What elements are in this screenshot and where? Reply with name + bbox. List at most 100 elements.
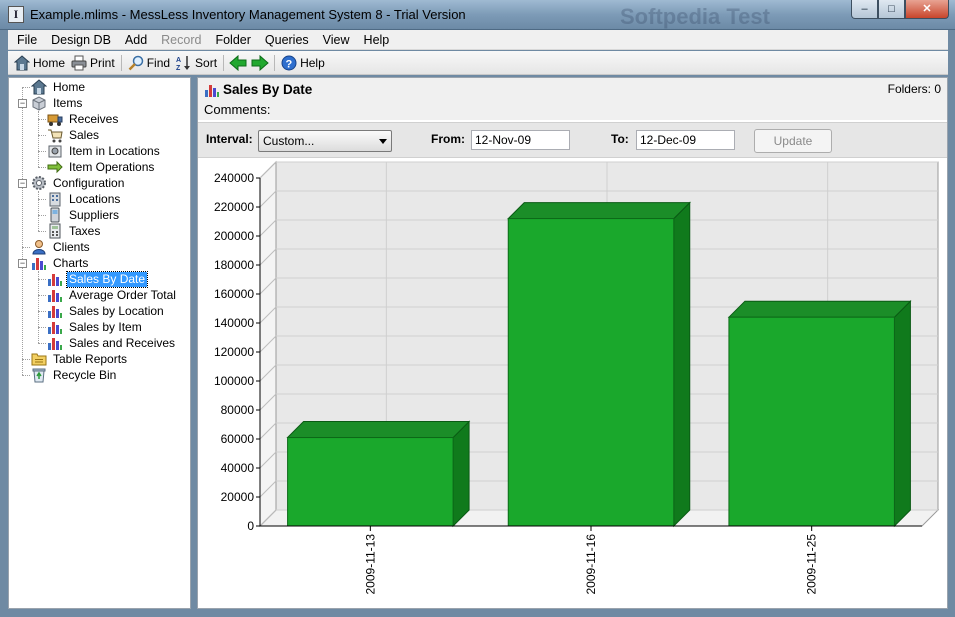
tree-connector [38, 215, 46, 216]
menu-add[interactable]: Add [118, 30, 154, 50]
toolbar-home-button[interactable]: Home [11, 52, 68, 74]
toolbar-sort-button[interactable]: AZ Sort [173, 52, 220, 74]
tree-connector [38, 343, 46, 344]
interval-select[interactable]: Custom... [258, 130, 392, 152]
bar-top [727, 300, 912, 318]
toolbar-print-button[interactable]: Print [68, 52, 118, 74]
charts-collapse-toggle[interactable]: − [18, 259, 27, 268]
tree-connector [22, 359, 30, 360]
tree-item-label: Sales [69, 127, 100, 142]
from-date-input[interactable] [471, 130, 570, 150]
menu-view[interactable]: View [316, 30, 357, 50]
toolbar-help-button[interactable]: ? Help [278, 52, 328, 74]
tree-item-receives[interactable]: Receives [47, 111, 120, 127]
tree-item-sales-by-item[interactable]: Sales by Item [47, 319, 144, 335]
chart-icon [205, 85, 219, 97]
tree-connector [38, 271, 39, 343]
tree-item-sales-by-location[interactable]: Sales by Location [47, 303, 166, 319]
close-button[interactable]: ✕ [905, 0, 949, 19]
tree-connector [38, 279, 46, 280]
tree-item-clients[interactable]: Clients [31, 239, 92, 255]
bar [728, 316, 895, 527]
menu-file[interactable]: File [10, 30, 44, 50]
tree-item-label: Item in Locations [69, 143, 160, 158]
bar-side [452, 420, 470, 528]
building-icon [47, 191, 63, 207]
menu-bar: File Design DB Add Record Folder Queries… [8, 30, 948, 50]
y-tick-label: 160000 [214, 287, 254, 301]
tree-item-suppliers[interactable]: Suppliers [47, 207, 121, 223]
tree-item-label: Item Operations [69, 159, 155, 174]
tree-item-charts[interactable]: Charts [31, 255, 90, 271]
chart-icon [31, 255, 47, 271]
menu-design-db[interactable]: Design DB [44, 30, 118, 50]
tree-item-label: Table Reports [53, 351, 128, 366]
tree-item-sales-and-receives[interactable]: Sales and Receives [47, 335, 177, 351]
tree-connector [38, 311, 46, 312]
y-tick-label: 140000 [214, 316, 254, 330]
tree-item-configuration[interactable]: Configuration [31, 175, 126, 191]
back-arrow-icon[interactable] [229, 54, 247, 71]
interval-filter-bar: Interval: Custom... From: To: Update [198, 122, 947, 158]
maximize-button[interactable]: □ [878, 0, 905, 19]
sort-az-icon: AZ [176, 55, 192, 72]
app-icon[interactable]: I [8, 6, 24, 23]
tree-item-locations[interactable]: Locations [47, 191, 122, 207]
chart-icon [47, 303, 63, 319]
x-tick-label: 2009-11-16 [584, 534, 598, 595]
content-panel: Sales By Date Folders: 0 Comments: Inter… [197, 77, 948, 609]
bar [507, 218, 675, 527]
tree-item-recycle-bin[interactable]: Recycle Bin [31, 367, 118, 383]
tree-item-label: Sales and Receives [69, 335, 176, 350]
tree-item-label: Items [53, 95, 83, 110]
tree-item-item-in-locations[interactable]: Item in Locations [47, 143, 162, 159]
toolbar-home-label: Home [33, 55, 66, 70]
tree-item-items[interactable]: Items [31, 95, 84, 111]
update-button[interactable]: Update [754, 129, 832, 153]
chart-icon [47, 335, 63, 351]
forward-arrow-icon[interactable] [251, 54, 269, 71]
tree-item-average-order-total[interactable]: Average Order Total [47, 287, 178, 303]
tree-item-table-reports[interactable]: Table Reports [31, 351, 129, 367]
tree-item-sales-by-date[interactable]: Sales By Date [47, 270, 149, 288]
y-tick-label: 240000 [214, 171, 254, 185]
menu-folder[interactable]: Folder [208, 30, 257, 50]
toolbar-find-button[interactable]: Find [125, 52, 173, 74]
tree-item-label: Receives [69, 111, 119, 126]
tree-item-home[interactable]: Home [30, 79, 87, 95]
tree-item-label: Sales by Item [69, 319, 142, 334]
chart-icon [47, 287, 63, 303]
tree-item-taxes[interactable]: Taxes [47, 223, 102, 239]
y-tick-label: 200000 [214, 229, 254, 243]
items-collapse-toggle[interactable]: − [18, 99, 27, 108]
home-icon [13, 54, 31, 71]
minimize-button[interactable]: – [851, 0, 878, 19]
tree-item-label: Average Order Total [69, 287, 176, 302]
menu-help[interactable]: Help [357, 30, 397, 50]
y-tick-label: 0 [247, 519, 254, 533]
menu-queries[interactable]: Queries [258, 30, 316, 50]
tree-item-label: Taxes [69, 223, 101, 238]
phone-icon [47, 207, 63, 223]
magnifier-icon [128, 55, 144, 71]
toolbar: Home Print Find AZ Sort ? Help [8, 51, 948, 75]
bar-top [507, 202, 691, 220]
tree-item-sales[interactable]: Sales [47, 127, 101, 143]
toolbar-help-label: Help [300, 55, 325, 70]
menu-record[interactable]: Record [154, 30, 208, 50]
tree-connector [38, 151, 46, 152]
navigation-tree: − − − Home Items Receives Sales Item in … [8, 77, 191, 609]
svg-text:Z: Z [176, 65, 181, 71]
tree-connector [22, 247, 30, 248]
comments-label[interactable]: Comments: [204, 102, 270, 117]
configuration-collapse-toggle[interactable]: − [18, 179, 27, 188]
folders-count: Folders: 0 [887, 82, 941, 96]
tree-connector [38, 119, 46, 120]
to-date-input[interactable] [636, 130, 735, 150]
to-label: To: [611, 132, 629, 146]
tree-item-item-operations[interactable]: Item Operations [47, 159, 156, 175]
tree-item-label: Sales by Location [69, 303, 164, 318]
tree-connector [38, 167, 46, 168]
y-tick-label: 100000 [214, 374, 254, 388]
tree-connector [38, 191, 39, 231]
